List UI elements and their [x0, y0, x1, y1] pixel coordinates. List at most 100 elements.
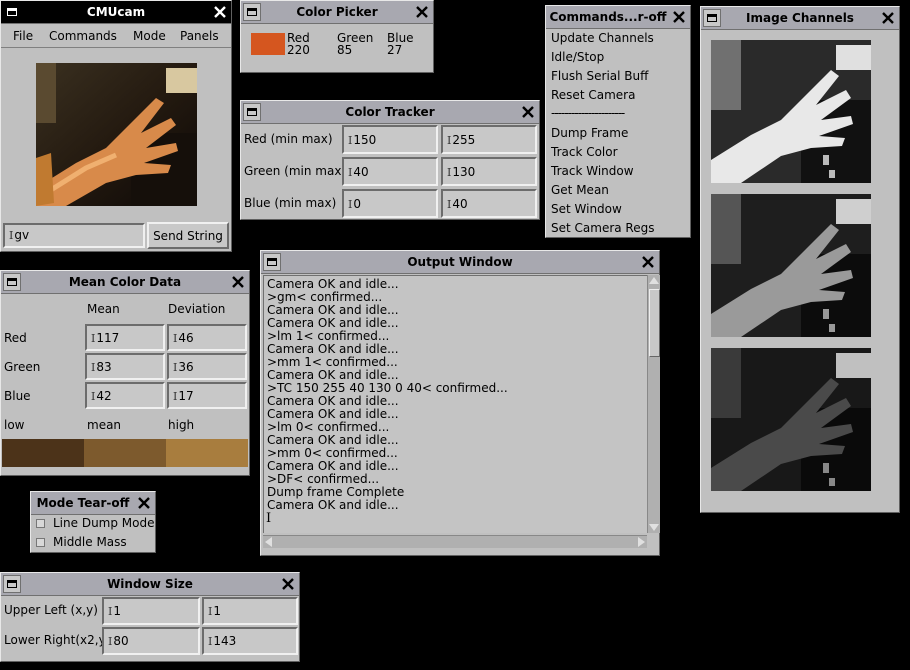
high-label: high — [168, 418, 195, 432]
window-size-titlebar[interactable]: Window Size — [1, 573, 299, 596]
cmucam-titlebar[interactable]: CMUcam — [1, 1, 231, 24]
close-icon[interactable] — [229, 273, 247, 291]
window-title: Color Picker — [296, 5, 378, 19]
green-max-input[interactable]: 130 — [441, 157, 537, 186]
menu-bar: File Commands Mode Panels — [1, 25, 231, 48]
high-color-swatch — [166, 439, 248, 467]
scroll-left-arrow-icon[interactable] — [265, 537, 272, 547]
middle-mass-toggle[interactable]: Middle Mass — [36, 535, 127, 549]
menu-panels[interactable]: Panels — [180, 29, 219, 43]
output-log: Camera OK and idle... >gm< confirmed... Ca… — [267, 278, 647, 512]
window-menu-icon[interactable] — [3, 273, 21, 291]
lower-right-y-input[interactable]: 143 — [202, 627, 298, 655]
set-window-item[interactable]: Set Window — [551, 202, 622, 216]
checkbox-icon[interactable] — [36, 519, 45, 528]
mean-header: Mean — [87, 302, 120, 316]
color-tracker-window: Color Tracker Red (min max) 150 255 Gree… — [240, 100, 540, 220]
color-picker-window: Color Picker Red 220 Green 85 Blue 27 — [240, 0, 434, 73]
blue-row-label: Blue — [4, 389, 31, 403]
picked-color-swatch — [251, 33, 285, 55]
set-camera-regs-item[interactable]: Set Camera Regs — [551, 221, 654, 235]
mean-color-titlebar[interactable]: Mean Color Data — [1, 271, 249, 294]
mode-tearoff-window: Mode Tear-off Line Dump Mode Middle Mass — [30, 491, 156, 553]
close-icon[interactable] — [639, 253, 657, 271]
track-color-item[interactable]: Track Color — [551, 145, 618, 159]
menu-mode[interactable]: Mode — [133, 29, 166, 43]
green-value: 85 — [337, 43, 353, 57]
window-menu-icon[interactable] — [3, 575, 21, 593]
window-title: Image Channels — [746, 11, 854, 25]
upper-left-x-input[interactable]: 1 — [102, 597, 200, 625]
output-titlebar[interactable]: Output Window — [261, 251, 659, 274]
checkbox-icon[interactable] — [36, 538, 45, 547]
image-channels-titlebar[interactable]: Image Channels — [701, 7, 899, 30]
idle-stop-item[interactable]: Idle/Stop — [551, 50, 604, 64]
line-dump-mode-label: Line Dump Mode — [53, 516, 155, 530]
scroll-thumb[interactable] — [649, 289, 660, 357]
send-string-input[interactable]: gv — [3, 223, 145, 248]
close-icon[interactable] — [519, 103, 537, 121]
commands-tearoff-window: Commands...r-off Update Channels Idle/St… — [545, 5, 691, 238]
window-menu-icon[interactable] — [3, 3, 21, 21]
menu-commands[interactable]: Commands — [49, 29, 117, 43]
flush-serial-item[interactable]: Flush Serial Buff — [551, 69, 648, 83]
window-title: CMUcam — [86, 5, 146, 19]
menu-file[interactable]: File — [13, 29, 33, 43]
close-icon[interactable] — [879, 9, 897, 27]
blue-range-label: Blue (min max) — [244, 196, 337, 210]
upper-left-y-input[interactable]: 1 — [202, 597, 298, 625]
mean-color-window: Mean Color Data Mean Deviation Red 117 4… — [0, 270, 250, 476]
green-row-label: Green — [4, 360, 41, 374]
window-title: Mean Color Data — [68, 275, 182, 289]
track-window-item[interactable]: Track Window — [551, 164, 634, 178]
line-dump-mode-toggle[interactable]: Line Dump Mode — [36, 516, 154, 530]
window-menu-icon[interactable] — [243, 103, 261, 121]
window-menu-icon[interactable] — [243, 3, 261, 21]
blue-max-input[interactable]: 40 — [441, 189, 537, 218]
middle-mass-label: Middle Mass — [53, 535, 127, 549]
window-title: Commands...r-off — [549, 10, 667, 24]
send-string-button[interactable]: Send String — [147, 222, 229, 249]
menu-separator: ---------------------- — [551, 106, 625, 120]
red-max-input[interactable]: 255 — [441, 125, 537, 154]
blue-channel-image — [711, 348, 871, 491]
horizontal-scrollbar[interactable] — [263, 535, 647, 548]
dump-frame-item[interactable]: Dump Frame — [551, 126, 628, 140]
red-channel-image — [711, 40, 871, 183]
scroll-up-arrow-icon[interactable] — [649, 277, 659, 284]
window-menu-icon[interactable] — [263, 253, 281, 271]
window-title: Window Size — [107, 577, 193, 591]
close-icon[interactable] — [135, 494, 153, 512]
window-title: Color Tracker — [345, 105, 435, 119]
green-min-input[interactable]: 40 — [342, 157, 438, 186]
update-channels-item[interactable]: Update Channels — [551, 31, 654, 45]
scroll-down-arrow-icon[interactable] — [649, 524, 659, 531]
output-text-area[interactable]: Camera OK and idle... >gm< confirmed... Ca… — [263, 275, 647, 533]
green-deviation-value: 36 — [167, 353, 247, 380]
low-label: low — [4, 418, 25, 432]
close-icon[interactable] — [413, 3, 431, 21]
close-icon[interactable] — [211, 3, 229, 21]
close-icon[interactable] — [670, 8, 688, 26]
mode-tearoff-titlebar[interactable]: Mode Tear-off — [31, 492, 155, 515]
image-channels-window: Image Channels — [700, 6, 900, 513]
upper-left-label: Upper Left (x,y) — [4, 603, 98, 617]
window-title: Output Window — [407, 255, 513, 269]
close-icon[interactable] — [279, 575, 297, 593]
output-line: Camera OK and idle... — [267, 498, 399, 512]
vertical-scrollbar[interactable] — [647, 275, 660, 533]
red-range-label: Red (min max) — [244, 132, 333, 146]
red-mean-value: 117 — [85, 324, 165, 351]
reset-camera-item[interactable]: Reset Camera — [551, 88, 635, 102]
scroll-right-arrow-icon[interactable] — [638, 537, 645, 547]
blue-min-input[interactable]: 0 — [342, 189, 438, 218]
get-mean-item[interactable]: Get Mean — [551, 183, 609, 197]
commands-titlebar[interactable]: Commands...r-off — [546, 6, 690, 29]
lower-right-x-input[interactable]: 80 — [102, 627, 200, 655]
red-min-input[interactable]: 150 — [342, 125, 438, 154]
lower-right-label: Lower Right(x2,y — [4, 633, 102, 647]
mean-color-swatch — [84, 439, 166, 467]
color-picker-titlebar[interactable]: Color Picker — [241, 1, 433, 24]
color-tracker-titlebar[interactable]: Color Tracker — [241, 101, 539, 124]
window-menu-icon[interactable] — [703, 9, 721, 27]
